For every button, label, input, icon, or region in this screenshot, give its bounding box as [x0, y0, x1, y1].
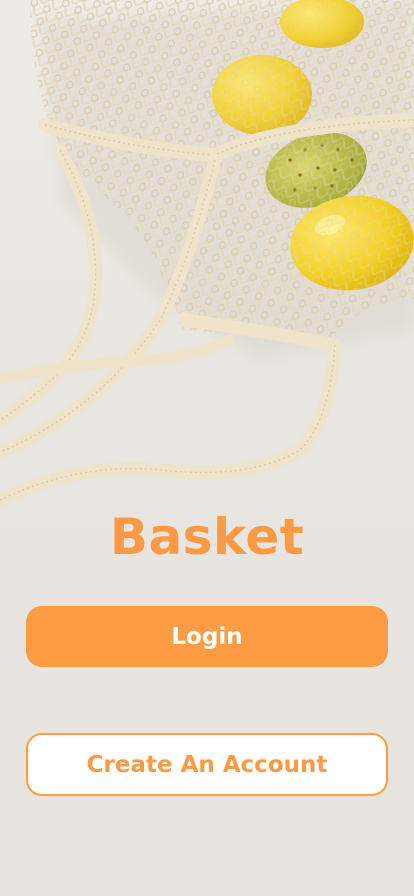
hero-image [0, 0, 414, 507]
app-title: Basket [109, 508, 305, 566]
login-button-label: Login [171, 623, 243, 650]
create-account-button[interactable]: Create An Account [26, 733, 388, 796]
login-button[interactable]: Login [26, 606, 388, 667]
welcome-screen: Basket Login Create An Account [0, 0, 414, 896]
create-account-button-label: Create An Account [86, 751, 328, 778]
